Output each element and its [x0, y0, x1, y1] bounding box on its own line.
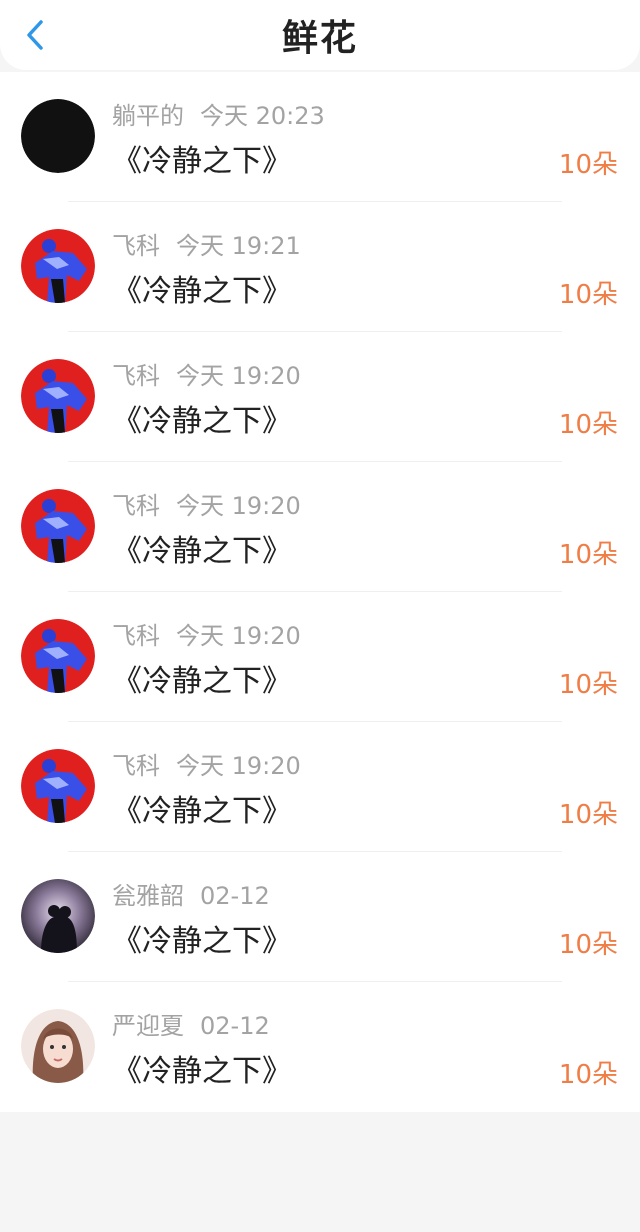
flower-count: 10朵: [558, 540, 618, 570]
red-blue-figure-avatar: [21, 229, 95, 303]
timestamp: 今天 19:21: [176, 232, 301, 260]
flower-count: 10朵: [558, 930, 618, 960]
list-item[interactable]: 躺平的 今天 20:23 《冷静之下》 10朵: [0, 72, 640, 202]
book-title: 《冷静之下》: [112, 924, 292, 959]
user-name[interactable]: 飞科: [112, 492, 160, 520]
red-blue-figure-avatar: [21, 619, 95, 693]
user-name[interactable]: 飞科: [112, 622, 160, 650]
user-name[interactable]: 飞科: [112, 362, 160, 390]
chevron-left-icon: [27, 20, 43, 50]
flower-count: 10朵: [558, 800, 618, 830]
book-title: 《冷静之下》: [112, 664, 292, 699]
book-title: 《冷静之下》: [112, 274, 292, 309]
book-title: 《冷静之下》: [112, 534, 292, 569]
timestamp: 今天 19:20: [176, 622, 301, 650]
item-meta: 飞科 今天 19:20: [112, 616, 301, 651]
red-blue-figure-avatar: [21, 489, 95, 563]
flower-count: 10朵: [558, 1060, 618, 1090]
couple-night-photo-avatar: [21, 879, 95, 953]
page-title: 鲜花: [281, 18, 358, 59]
user-name[interactable]: 瓮雅韶: [112, 882, 184, 910]
book-title: 《冷静之下》: [112, 144, 292, 179]
timestamp: 今天 19:20: [176, 362, 301, 390]
item-meta: 飞科 今天 19:21: [112, 226, 301, 261]
item-meta: 瓮雅韶 02-12: [112, 876, 270, 911]
timestamp: 02-12: [200, 882, 270, 910]
user-name[interactable]: 躺平的: [112, 102, 184, 130]
avatar[interactable]: [21, 229, 95, 303]
list-item[interactable]: 飞科 今天 19:20 《冷静之下》 10朵: [0, 462, 640, 592]
book-title: 《冷静之下》: [112, 1054, 292, 1089]
item-meta: 躺平的 今天 20:23: [112, 96, 325, 131]
red-blue-figure-avatar: [21, 749, 95, 823]
book-title: 《冷静之下》: [112, 794, 292, 829]
list-item[interactable]: 飞科 今天 19:20 《冷静之下》 10朵: [0, 722, 640, 852]
item-meta: 飞科 今天 19:20: [112, 356, 301, 391]
timestamp: 02-12: [200, 1012, 270, 1040]
timestamp: 今天 20:23: [200, 102, 325, 130]
avatar[interactable]: [21, 619, 95, 693]
user-name[interactable]: 飞科: [112, 752, 160, 780]
list-item[interactable]: 瓮雅韶 02-12 《冷静之下》 10朵: [0, 852, 640, 982]
red-blue-figure-avatar: [21, 359, 95, 433]
avatar[interactable]: [21, 879, 95, 953]
item-meta: 飞科 今天 19:20: [112, 486, 301, 521]
list-item[interactable]: 飞科 今天 19:21 《冷静之下》 10朵: [0, 202, 640, 332]
flower-record-list: 躺平的 今天 20:23 《冷静之下》 10朵 飞科 今天 19:21 《冷静之下》…: [0, 72, 640, 1112]
black-circle-avatar: [21, 99, 95, 173]
item-meta: 严迎夏 02-12: [112, 1006, 270, 1041]
avatar[interactable]: [21, 99, 95, 173]
flower-count: 10朵: [558, 150, 618, 180]
user-name[interactable]: 严迎夏: [112, 1012, 184, 1040]
avatar[interactable]: [21, 359, 95, 433]
back-button[interactable]: [22, 19, 48, 51]
avatar[interactable]: [21, 749, 95, 823]
avatar[interactable]: [21, 489, 95, 563]
list-item[interactable]: 严迎夏 02-12 《冷静之下》 10朵: [0, 982, 640, 1112]
timestamp: 今天 19:20: [176, 752, 301, 780]
user-name[interactable]: 飞科: [112, 232, 160, 260]
flower-count: 10朵: [558, 280, 618, 310]
flower-count: 10朵: [558, 670, 618, 700]
timestamp: 今天 19:20: [176, 492, 301, 520]
list-item[interactable]: 飞科 今天 19:20 《冷静之下》 10朵: [0, 332, 640, 462]
top-bar: 鲜花: [0, 0, 640, 70]
avatar[interactable]: [21, 1009, 95, 1083]
book-title: 《冷静之下》: [112, 404, 292, 439]
list-item[interactable]: 飞科 今天 19:20 《冷静之下》 10朵: [0, 592, 640, 722]
item-meta: 飞科 今天 19:20: [112, 746, 301, 781]
flower-count: 10朵: [558, 410, 618, 440]
girl-portrait-avatar: [21, 1009, 95, 1083]
